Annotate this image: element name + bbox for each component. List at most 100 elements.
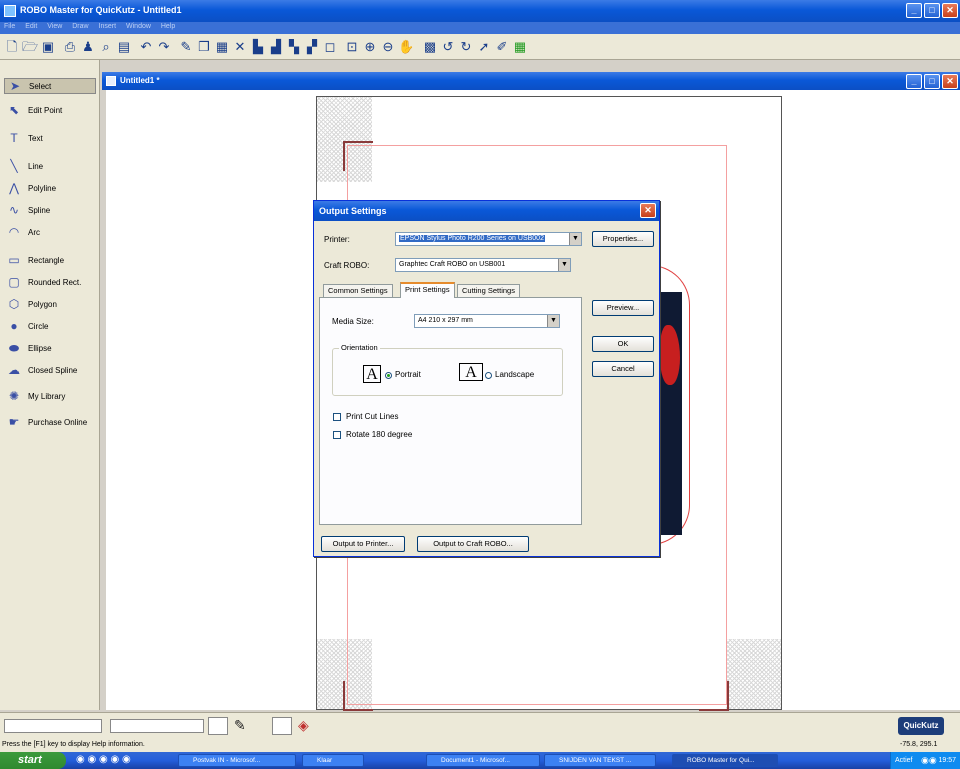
property-field[interactable] [4, 719, 102, 733]
undo-icon[interactable]: ↶ [138, 39, 154, 55]
redo-icon[interactable]: ↷ [156, 39, 172, 55]
delete-icon[interactable]: ✕ [232, 39, 248, 55]
tool-closed-spline[interactable]: ☁ Closed Spline [6, 362, 77, 378]
new-file-icon[interactable]: 🗋 [4, 39, 20, 55]
menu-insert[interactable]: Insert [95, 22, 121, 31]
task-postvak[interactable]: Postvak IN - Microsof... [178, 754, 296, 767]
doc-maximize-button[interactable]: □ [924, 74, 940, 89]
open-file-icon[interactable]: 🗁 [22, 39, 38, 55]
fill-bucket-icon[interactable]: ◈ [298, 717, 309, 734]
app-title: ROBO Master for QuicKutz - Untitled1 [20, 5, 182, 15]
tool-my-library[interactable]: ✺ My Library [6, 388, 65, 404]
tool-purchase-online[interactable]: ☛ Purchase Online [6, 414, 88, 430]
pan-icon[interactable]: ✋ [398, 39, 414, 55]
printer-select[interactable]: EPSON Stylus Photo R200 Series on USB002… [395, 232, 582, 246]
portrait-radio[interactable] [385, 372, 392, 379]
tab-common-settings[interactable]: Common Settings [323, 284, 393, 298]
align2-icon[interactable]: ▟ [268, 39, 284, 55]
pen-icon[interactable]: ✎ [234, 717, 246, 734]
menu-window[interactable]: Window [122, 22, 155, 31]
zoom-doc-icon[interactable]: ▤ [116, 39, 132, 55]
quick-launch-icons[interactable]: ◉ ◉ ◉ ◉ ◉ [76, 754, 131, 765]
align-icon[interactable]: ▙ [250, 39, 266, 55]
tool-edit-point[interactable]: ⬉ Edit Point [6, 102, 62, 118]
edit-icon[interactable]: ✎ [178, 39, 194, 55]
tool-select[interactable]: ➤ Select [4, 78, 96, 94]
tool-polygon[interactable]: ⬡ Polygon [6, 296, 57, 312]
align4-icon[interactable]: ▞ [304, 39, 320, 55]
tray-icons[interactable]: ◉◉ [921, 752, 937, 769]
task-klaar[interactable]: Klaar [302, 754, 364, 767]
tool-rectangle[interactable]: ▭ Rectangle [6, 252, 64, 268]
landscape-icon: A [459, 363, 483, 381]
ok-button[interactable]: OK [592, 336, 654, 352]
doc-close-button[interactable]: ✕ [942, 74, 958, 89]
output-to-craft-robo-button[interactable]: Output to Craft ROBO... [417, 536, 529, 552]
rotate2-icon[interactable]: ↻ [458, 39, 474, 55]
cancel-button[interactable]: Cancel [592, 361, 654, 377]
arrow-icon[interactable]: ➚ [476, 39, 492, 55]
zoom-fit-icon[interactable]: ⊡ [344, 39, 360, 55]
tool-polyline[interactable]: ⋀ Polyline [6, 180, 56, 196]
tab-print-settings[interactable]: Print Settings [400, 282, 455, 298]
chevron-down-icon: ▼ [558, 259, 570, 271]
landscape-radio[interactable] [485, 372, 492, 379]
print-preview-icon[interactable]: ⌕ [98, 39, 114, 55]
zoom-out-icon[interactable]: ⊖ [380, 39, 396, 55]
task-document1[interactable]: Document1 - Microsof... [426, 754, 540, 767]
line-swatch[interactable] [272, 717, 292, 735]
landscape-label: Landscape [495, 370, 535, 379]
menu-edit[interactable]: Edit [21, 22, 41, 31]
print-icon[interactable]: ⎙ [62, 39, 78, 55]
clock: 19:57 [938, 757, 956, 764]
tool-ellipse[interactable]: ⬬ Ellipse [6, 340, 52, 356]
dialog-close-button[interactable]: ✕ [640, 203, 656, 218]
task-robo-master[interactable]: ROBO Master for Qui... [672, 754, 778, 767]
tool-rounded-rect[interactable]: ▢ Rounded Rect. [6, 274, 81, 290]
preview-button[interactable]: Preview... [592, 300, 654, 316]
grid-icon[interactable]: ▦ [512, 39, 528, 55]
media-size-label: Media Size: [332, 317, 374, 326]
close-button[interactable]: ✕ [942, 3, 958, 18]
app-titlebar[interactable]: ROBO Master for QuicKutz - Untitled1 _ □… [0, 0, 960, 22]
rounded-rect-icon: ▢ [8, 275, 20, 289]
portrait-icon: A [363, 365, 381, 383]
document-titlebar[interactable]: Untitled1 * _ □ ✕ [102, 72, 960, 90]
dialog-titlebar[interactable]: Output Settings ✕ [314, 201, 659, 221]
menu-help[interactable]: Help [157, 22, 179, 31]
start-button[interactable]: start [0, 752, 66, 769]
registration-mark [699, 681, 729, 711]
pencil-icon[interactable]: ✐ [494, 39, 510, 55]
tool-circle[interactable]: ● Circle [6, 318, 48, 334]
menu-file[interactable]: File [0, 22, 19, 31]
tool-arc[interactable]: ◠ Arc [6, 224, 40, 240]
tool-spline[interactable]: ∿ Spline [6, 202, 50, 218]
tool-text[interactable]: T Text [6, 130, 42, 146]
app-icon [4, 5, 16, 17]
rotate-icon[interactable]: ↺ [440, 39, 456, 55]
task-snijden[interactable]: SNIJDEN VAN TEKST ... [544, 754, 656, 767]
zoom-in-icon[interactable]: ⊕ [362, 39, 378, 55]
print-cut-lines-checkbox[interactable] [333, 413, 341, 421]
paste-icon[interactable]: ▦ [214, 39, 230, 55]
library-icon[interactable]: ▩ [422, 39, 438, 55]
menu-view[interactable]: View [43, 22, 66, 31]
align3-icon[interactable]: ▚ [286, 39, 302, 55]
rotate-180-checkbox[interactable] [333, 431, 341, 439]
property-field[interactable] [110, 719, 204, 733]
media-size-select[interactable]: A4 210 x 297 mm ▼ [414, 314, 560, 328]
save-icon[interactable]: ▣ [40, 39, 56, 55]
people-icon[interactable]: ♟ [80, 39, 96, 55]
craft-robo-select[interactable]: Graphtec Craft ROBO on USB001 ▼ [395, 258, 571, 272]
properties-button[interactable]: Properties... [592, 231, 654, 247]
minimize-button[interactable]: _ [906, 3, 922, 18]
fill-swatch[interactable] [208, 717, 228, 735]
maximize-button[interactable]: □ [924, 3, 940, 18]
output-to-printer-button[interactable]: Output to Printer... [321, 536, 405, 552]
doc-minimize-button[interactable]: _ [906, 74, 922, 89]
copy-icon[interactable]: ❐ [196, 39, 212, 55]
group-icon[interactable]: ◻ [322, 39, 338, 55]
menu-draw[interactable]: Draw [68, 22, 92, 31]
tool-line[interactable]: ╲ Line [6, 158, 43, 174]
tab-cutting-settings[interactable]: Cutting Settings [457, 284, 520, 298]
